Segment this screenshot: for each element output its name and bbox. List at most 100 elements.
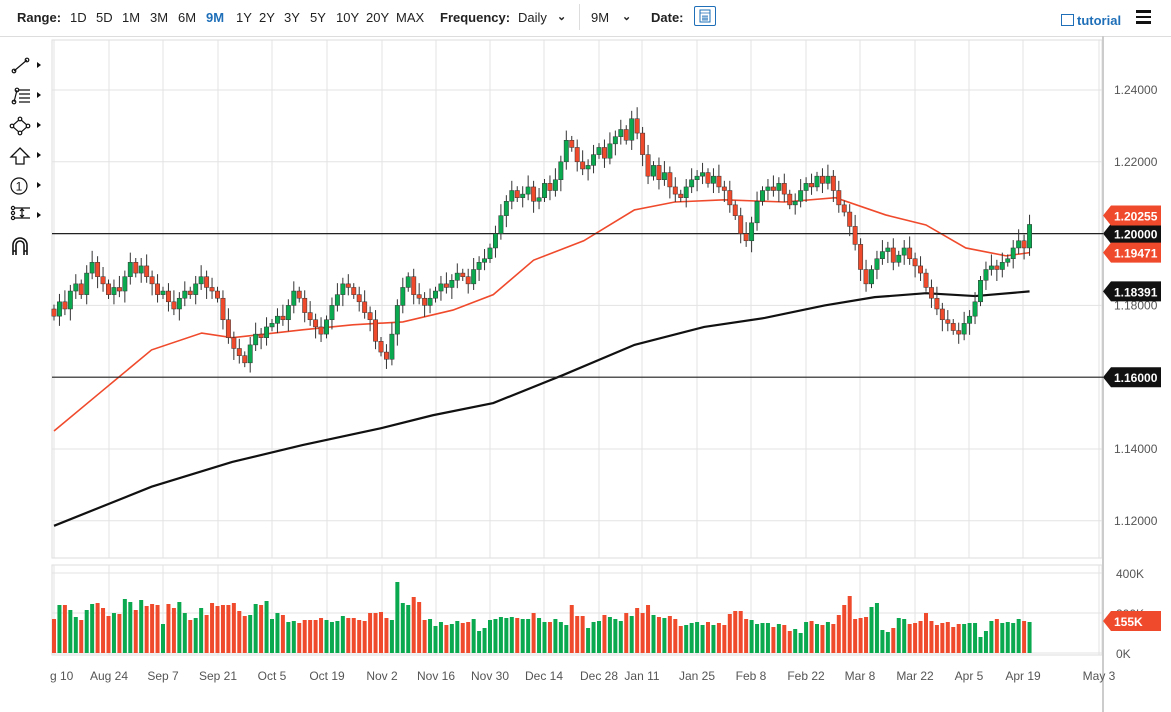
candle-body <box>967 316 971 323</box>
candle-body <box>597 147 601 154</box>
volume-bar <box>880 630 884 653</box>
candle-body <box>766 187 770 191</box>
candle-body <box>684 187 688 198</box>
candle-body <box>739 216 743 234</box>
volume-bar <box>472 619 476 653</box>
volume-bar <box>281 615 285 653</box>
volume-bar <box>810 621 814 653</box>
volume-bar <box>755 624 759 653</box>
candle-body <box>886 248 890 252</box>
x-tick-label: Apr 19 <box>1005 669 1041 683</box>
candle-body <box>760 191 764 202</box>
candle-body <box>531 187 535 201</box>
ma200-line <box>54 291 1030 525</box>
candle-body <box>897 255 901 262</box>
candle-body <box>995 266 999 270</box>
candle-body <box>820 176 824 183</box>
volume-bar <box>553 619 557 653</box>
candle-body <box>406 277 410 288</box>
volume-bar <box>352 618 356 653</box>
candle-body <box>728 191 732 205</box>
candle-body <box>226 320 230 338</box>
candle-body <box>924 273 928 287</box>
x-tick-label: Mar 22 <box>896 669 934 683</box>
volume-bar <box>205 615 209 653</box>
volume-bar <box>711 625 715 653</box>
volume-bar <box>63 605 67 653</box>
volume-bar <box>319 618 323 653</box>
volume-bar <box>826 622 830 653</box>
candle-body <box>106 284 110 295</box>
volume-bar <box>646 605 650 653</box>
volume-bar <box>728 614 732 653</box>
volume-bar <box>390 620 394 653</box>
candle-body <box>428 298 432 305</box>
candle-body <box>324 320 328 334</box>
candle-body <box>259 334 263 338</box>
volume-bar <box>979 637 983 653</box>
candle-body <box>940 309 944 320</box>
candle-body <box>935 298 939 309</box>
candle-body <box>564 140 568 162</box>
candle-body <box>466 277 470 284</box>
candle-body <box>782 183 786 194</box>
volume-bar <box>537 618 541 653</box>
volume-bar <box>68 610 72 653</box>
y-tick-label: 1.22000 <box>1114 155 1158 169</box>
candle-body <box>444 284 448 288</box>
candle-body <box>624 129 628 140</box>
candle-body <box>243 356 247 363</box>
candle-body <box>112 287 116 294</box>
volume-bar <box>1028 622 1032 653</box>
candle-body <box>689 180 693 187</box>
candle-body <box>237 348 241 355</box>
candle-body <box>902 248 906 255</box>
candle-body <box>962 323 966 334</box>
ma50-path <box>54 198 1030 431</box>
volume-bar <box>188 620 192 653</box>
volume-bar <box>90 604 94 653</box>
volume-bar <box>1006 622 1010 653</box>
candle-body <box>123 277 127 291</box>
volume-bar <box>957 624 961 653</box>
volume-bar <box>526 619 530 653</box>
price-tag-label: 1.16000 <box>1114 371 1158 385</box>
candle-body <box>978 280 982 302</box>
candle-body <box>717 176 721 187</box>
candle-body <box>433 291 437 298</box>
volume-bar <box>493 619 497 653</box>
candle-body <box>1000 262 1004 269</box>
candle-body <box>842 205 846 212</box>
candle-body <box>461 273 465 277</box>
volume-bar <box>265 601 269 653</box>
price-chart[interactable]: 1.120001.140001.160001.180001.200001.220… <box>0 0 1171 712</box>
volume-bar <box>254 604 258 653</box>
volume-bar <box>853 619 857 653</box>
candle-body <box>951 323 955 330</box>
x-tick-label: Feb 22 <box>787 669 825 683</box>
volume-bar <box>510 617 514 653</box>
candle-body <box>864 270 868 284</box>
x-tick-label: Apr 5 <box>955 669 984 683</box>
volume-bar <box>444 625 448 653</box>
volume-bar <box>172 608 176 653</box>
volume-bar <box>112 613 116 653</box>
volume-bar <box>123 599 127 653</box>
candle-body <box>308 313 312 320</box>
volume-bar <box>597 621 601 653</box>
volume-bar <box>292 621 296 653</box>
volume-bar <box>891 628 895 653</box>
grid <box>52 36 1103 712</box>
volume-bar <box>85 610 89 653</box>
candle-body <box>450 280 454 287</box>
candle-body <box>79 284 83 295</box>
candle-body <box>128 262 132 276</box>
candle-body <box>144 266 148 277</box>
candle-body <box>68 291 72 309</box>
candle-body <box>1011 248 1015 259</box>
candle-body <box>172 302 176 309</box>
volume-bar <box>870 607 874 653</box>
candle-body <box>711 176 715 183</box>
volume-bar <box>166 604 170 653</box>
volume-bar <box>820 625 824 653</box>
